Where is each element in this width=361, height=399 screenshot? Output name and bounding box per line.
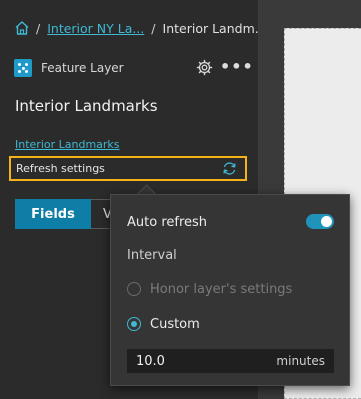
radio-label: Honor layer's settings xyxy=(150,281,293,297)
page-title: Interior Landmarks xyxy=(15,97,158,115)
breadcrumb: / Interior NY La... / Interior Landm... xyxy=(14,18,267,38)
interval-unit: minutes xyxy=(276,354,325,368)
radio-custom[interactable]: Custom xyxy=(127,315,200,333)
interval-input[interactable]: 10.0 minutes xyxy=(127,349,334,373)
feature-layer-icon xyxy=(14,59,32,77)
interval-label: Interval xyxy=(127,248,177,263)
layer-source-link[interactable]: Interior Landmarks xyxy=(15,138,120,151)
home-icon[interactable] xyxy=(14,20,30,36)
auto-refresh-toggle[interactable] xyxy=(306,214,334,229)
radio-label: Custom xyxy=(150,316,200,332)
breadcrumb-parent-link[interactable]: Interior NY La... xyxy=(47,21,144,36)
item-type-row: Feature Layer ••• xyxy=(14,58,253,78)
refresh-icon[interactable] xyxy=(222,161,237,176)
interval-value: 10.0 xyxy=(136,353,165,369)
tab-fields[interactable]: Fields xyxy=(15,199,91,229)
breadcrumb-separator: / xyxy=(36,20,41,36)
breadcrumb-separator: / xyxy=(151,20,156,36)
item-type-label: Feature Layer xyxy=(41,61,124,75)
breadcrumb-current: Interior Landm... xyxy=(162,20,267,36)
toggle-knob xyxy=(321,216,332,227)
gear-icon[interactable] xyxy=(196,59,213,76)
auto-refresh-label: Auto refresh xyxy=(127,215,208,230)
refresh-settings-popover: Auto refresh Interval Honor layer's sett… xyxy=(110,194,350,386)
radio-button[interactable] xyxy=(127,282,141,296)
more-options-icon[interactable]: ••• xyxy=(220,58,253,78)
refresh-settings-label: Refresh settings xyxy=(16,162,105,175)
radio-honor-layer-settings[interactable]: Honor layer's settings xyxy=(127,280,292,298)
refresh-settings-row[interactable]: Refresh settings xyxy=(9,156,247,181)
radio-button[interactable] xyxy=(127,317,141,331)
